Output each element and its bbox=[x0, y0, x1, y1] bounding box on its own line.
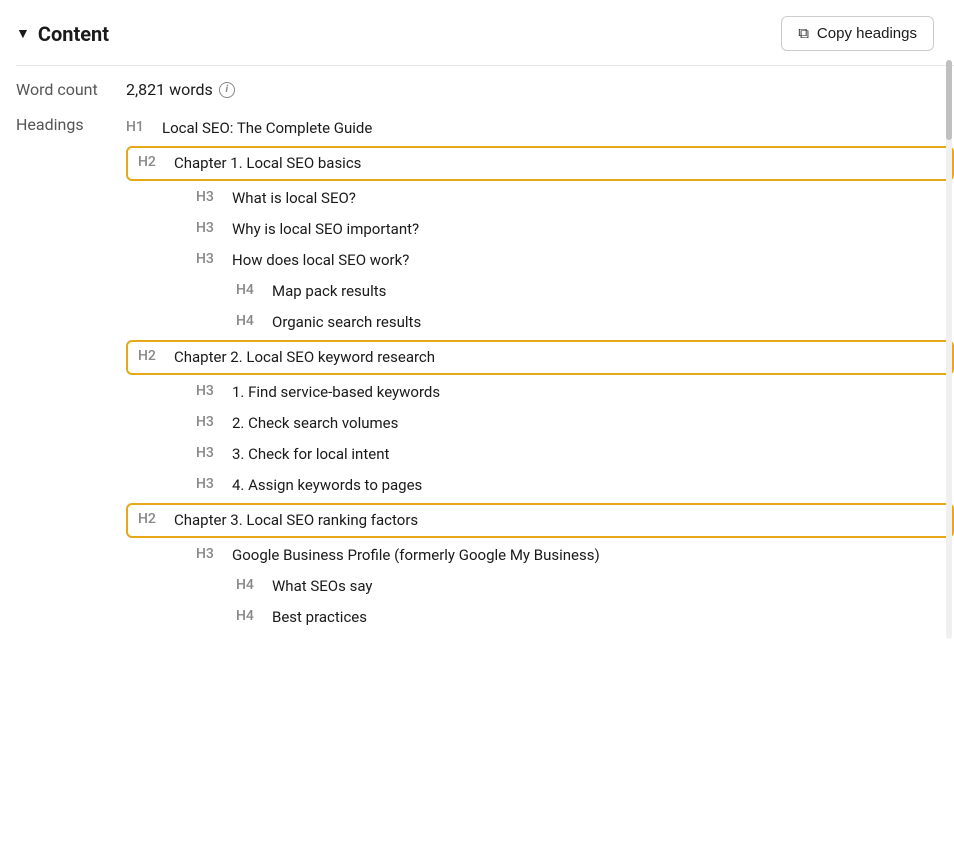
word-count-row: Word count 2,821 words i bbox=[16, 66, 954, 109]
heading-item: H4 Organic search results bbox=[126, 307, 954, 338]
heading-tag: H2 bbox=[138, 510, 168, 530]
heading-item: H4 Best practices bbox=[126, 602, 954, 633]
heading-tag: H4 bbox=[236, 281, 266, 301]
heading-text: Map pack results bbox=[272, 281, 386, 302]
heading-item: H4 Map pack results bbox=[126, 276, 954, 307]
word-count-label: Word count bbox=[16, 80, 126, 99]
header-row: ▼ Content ⧉ Copy headings bbox=[16, 16, 954, 66]
heading-tag: H3 bbox=[196, 382, 226, 402]
heading-text: 4. Assign keywords to pages bbox=[232, 475, 422, 496]
heading-text: Local SEO: The Complete Guide bbox=[162, 118, 372, 139]
section-title: Content bbox=[38, 22, 109, 46]
heading-text: What SEOs say bbox=[272, 576, 372, 597]
chevron-icon[interactable]: ▼ bbox=[16, 25, 30, 42]
heading-text: How does local SEO work? bbox=[232, 250, 409, 271]
scrollbar-track[interactable] bbox=[946, 60, 952, 639]
heading-text: Chapter 2. Local SEO keyword research bbox=[174, 347, 435, 368]
heading-tag: H1 bbox=[126, 118, 156, 138]
heading-text: What is local SEO? bbox=[232, 188, 356, 209]
heading-tag: H2 bbox=[138, 347, 168, 367]
copy-headings-button[interactable]: ⧉ Copy headings bbox=[781, 16, 934, 51]
heading-item: H3 Google Business Profile (formerly Goog… bbox=[126, 540, 954, 571]
headings-section-label: Headings bbox=[16, 113, 126, 134]
heading-tag: H4 bbox=[236, 576, 266, 596]
heading-tag: H3 bbox=[196, 413, 226, 433]
heading-text: Chapter 3. Local SEO ranking factors bbox=[174, 510, 418, 531]
heading-item: H2 Chapter 2. Local SEO keyword research bbox=[126, 340, 954, 375]
heading-item: H3 3. Check for local intent bbox=[126, 439, 954, 470]
heading-item: H3 What is local SEO? bbox=[126, 183, 954, 214]
heading-text: Chapter 1. Local SEO basics bbox=[174, 153, 361, 174]
heading-item: H3 4. Assign keywords to pages bbox=[126, 470, 954, 501]
copy-headings-label: Copy headings bbox=[817, 25, 917, 42]
heading-tag: H3 bbox=[196, 250, 226, 270]
heading-tag: H4 bbox=[236, 312, 266, 332]
heading-item: H2 Chapter 1. Local SEO basics bbox=[126, 146, 954, 181]
scrollbar-thumb[interactable] bbox=[946, 60, 952, 140]
heading-tag: H3 bbox=[196, 545, 226, 565]
title-area: ▼ Content bbox=[16, 22, 109, 46]
heading-text: Why is local SEO important? bbox=[232, 219, 419, 240]
heading-text: Best practices bbox=[272, 607, 367, 628]
heading-item: H3 2. Check search volumes bbox=[126, 408, 954, 439]
heading-tag: H3 bbox=[196, 475, 226, 495]
heading-text: 1. Find service-based keywords bbox=[232, 382, 440, 403]
headings-tree: H1 Local SEO: The Complete Guide H2 Chapter… bbox=[126, 113, 954, 633]
heading-tag: H3 bbox=[196, 188, 226, 208]
heading-item: H3 Why is local SEO important? bbox=[126, 214, 954, 245]
heading-tag: H2 bbox=[138, 153, 168, 173]
heading-item: H1 Local SEO: The Complete Guide bbox=[126, 113, 954, 144]
heading-tag: H4 bbox=[236, 607, 266, 627]
content-panel: ▼ Content ⧉ Copy headings Word count 2,8… bbox=[0, 0, 954, 649]
heading-text: Google Business Profile (formerly Google… bbox=[232, 545, 600, 566]
heading-item: H3 1. Find service-based keywords bbox=[126, 377, 954, 408]
word-count-number: 2,821 words bbox=[126, 80, 213, 99]
heading-text: 2. Check search volumes bbox=[232, 413, 398, 434]
heading-tag: H3 bbox=[196, 219, 226, 239]
copy-icon: ⧉ bbox=[798, 25, 809, 42]
headings-row: Headings H1 Local SEO: The Complete Guide… bbox=[16, 109, 954, 633]
heading-text: Organic search results bbox=[272, 312, 421, 333]
word-count-value: 2,821 words i bbox=[126, 80, 235, 99]
info-icon[interactable]: i bbox=[219, 82, 235, 98]
heading-tag: H3 bbox=[196, 444, 226, 464]
heading-item: H4 What SEOs say bbox=[126, 571, 954, 602]
heading-item: H3 How does local SEO work? bbox=[126, 245, 954, 276]
heading-text: 3. Check for local intent bbox=[232, 444, 389, 465]
heading-item: H2 Chapter 3. Local SEO ranking factors bbox=[126, 503, 954, 538]
